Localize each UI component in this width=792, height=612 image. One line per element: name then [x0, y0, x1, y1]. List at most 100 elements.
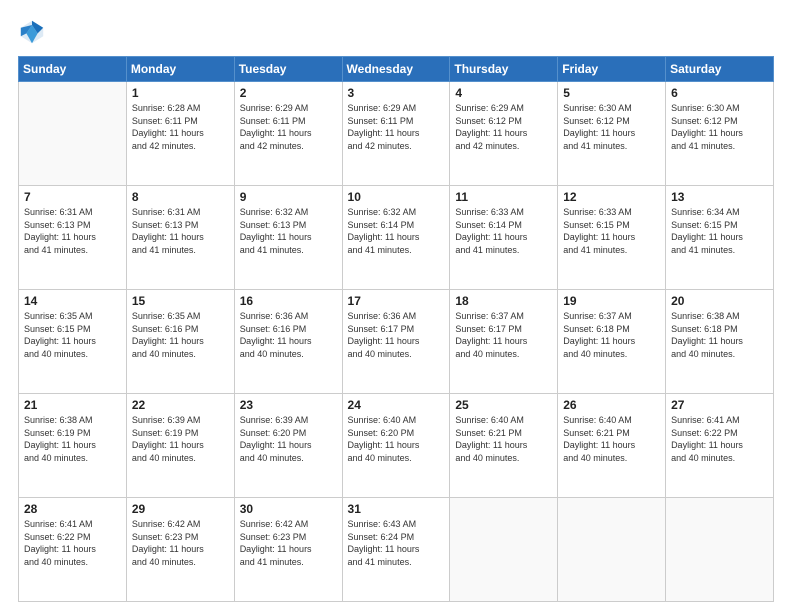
- calendar-cell: 1 Sunrise: 6:28 AM Sunset: 6:11 PM Daylig…: [126, 82, 234, 186]
- calendar-cell: 30Sunrise: 6:42 AM Sunset: 6:23 PM Dayli…: [234, 498, 342, 602]
- calendar-week-row: 28 Sunrise: 6:41 AM Sunset: 6:22 PM Dayli…: [19, 498, 774, 602]
- cell-info: Sunrise: 6:29 AM Sunset: 6:11 PM Dayligh…: [240, 102, 337, 152]
- calendar-cell: 10Sunrise: 6:32 AM Sunset: 6:14 PM Dayli…: [342, 186, 450, 290]
- cell-info: Sunrise: 6:43 AM Sunset: 6:24 PM Dayligh…: [348, 518, 445, 568]
- day-number: 22: [132, 398, 229, 412]
- cell-info: Sunrise: 6:38 AM Sunset: 6:18 PM Dayligh…: [671, 310, 768, 360]
- cell-info: Sunrise: 6:40 AM Sunset: 6:20 PM Dayligh…: [348, 414, 445, 464]
- day-number: 31: [348, 502, 445, 516]
- day-number: 11: [455, 190, 552, 204]
- calendar-cell: 8Sunrise: 6:31 AM Sunset: 6:13 PM Daylig…: [126, 186, 234, 290]
- day-number: 3: [348, 86, 445, 100]
- day-number: 2: [240, 86, 337, 100]
- calendar-cell: [558, 498, 666, 602]
- day-number: 15: [132, 294, 229, 308]
- cell-info: Sunrise: 6:36 AM Sunset: 6:16 PM Dayligh…: [240, 310, 337, 360]
- calendar-cell: 22 Sunrise: 6:39 AM Sunset: 6:19 PM Dayli…: [126, 394, 234, 498]
- weekday-header: Friday: [558, 57, 666, 82]
- calendar-cell: 9Sunrise: 6:32 AM Sunset: 6:13 PM Daylig…: [234, 186, 342, 290]
- calendar-cell: 23 Sunrise: 6:39 AM Sunset: 6:20 PM Dayli…: [234, 394, 342, 498]
- day-number: 25: [455, 398, 552, 412]
- cell-info: Sunrise: 6:30 AM Sunset: 6:12 PM Dayligh…: [671, 102, 768, 152]
- day-number: 17: [348, 294, 445, 308]
- calendar-cell: 20 Sunrise: 6:38 AM Sunset: 6:18 PM Dayli…: [666, 290, 774, 394]
- header: [18, 18, 774, 46]
- cell-info: Sunrise: 6:41 AM Sunset: 6:22 PM Dayligh…: [671, 414, 768, 464]
- calendar-cell: 13 Sunrise: 6:34 AM Sunset: 6:15 PM Dayli…: [666, 186, 774, 290]
- day-number: 20: [671, 294, 768, 308]
- calendar-cell: 2 Sunrise: 6:29 AM Sunset: 6:11 PM Daylig…: [234, 82, 342, 186]
- day-number: 16: [240, 294, 337, 308]
- calendar-week-row: 14 Sunrise: 6:35 AM Sunset: 6:15 PM Dayli…: [19, 290, 774, 394]
- day-number: 18: [455, 294, 552, 308]
- calendar-cell: 17 Sunrise: 6:36 AM Sunset: 6:17 PM Dayli…: [342, 290, 450, 394]
- cell-info: Sunrise: 6:40 AM Sunset: 6:21 PM Dayligh…: [563, 414, 660, 464]
- day-number: 26: [563, 398, 660, 412]
- calendar-week-row: 21 Sunrise: 6:38 AM Sunset: 6:19 PM Dayli…: [19, 394, 774, 498]
- calendar-cell: 11 Sunrise: 6:33 AM Sunset: 6:14 PM Dayli…: [450, 186, 558, 290]
- day-number: 29: [132, 502, 229, 516]
- calendar-cell: [666, 498, 774, 602]
- cell-info: Sunrise: 6:38 AM Sunset: 6:19 PM Dayligh…: [24, 414, 121, 464]
- cell-info: Sunrise: 6:28 AM Sunset: 6:11 PM Dayligh…: [132, 102, 229, 152]
- day-number: 6: [671, 86, 768, 100]
- day-number: 9: [240, 190, 337, 204]
- cell-info: Sunrise: 6:31 AM Sunset: 6:13 PM Dayligh…: [24, 206, 121, 256]
- day-number: 21: [24, 398, 121, 412]
- day-number: 1: [132, 86, 229, 100]
- calendar-cell: 16 Sunrise: 6:36 AM Sunset: 6:16 PM Dayli…: [234, 290, 342, 394]
- calendar-cell: 7 Sunrise: 6:31 AM Sunset: 6:13 PM Daylig…: [19, 186, 127, 290]
- day-number: 7: [24, 190, 121, 204]
- day-number: 10: [348, 190, 445, 204]
- cell-info: Sunrise: 6:39 AM Sunset: 6:19 PM Dayligh…: [132, 414, 229, 464]
- weekday-header-row: SundayMondayTuesdayWednesdayThursdayFrid…: [19, 57, 774, 82]
- cell-info: Sunrise: 6:42 AM Sunset: 6:23 PM Dayligh…: [240, 518, 337, 568]
- calendar-table: SundayMondayTuesdayWednesdayThursdayFrid…: [18, 56, 774, 602]
- calendar-cell: 3Sunrise: 6:29 AM Sunset: 6:11 PM Daylig…: [342, 82, 450, 186]
- weekday-header: Sunday: [19, 57, 127, 82]
- calendar-cell: 25 Sunrise: 6:40 AM Sunset: 6:21 PM Dayli…: [450, 394, 558, 498]
- day-number: 14: [24, 294, 121, 308]
- calendar-cell: 24 Sunrise: 6:40 AM Sunset: 6:20 PM Dayli…: [342, 394, 450, 498]
- calendar-cell: [450, 498, 558, 602]
- calendar-week-row: 1 Sunrise: 6:28 AM Sunset: 6:11 PM Daylig…: [19, 82, 774, 186]
- day-number: 13: [671, 190, 768, 204]
- calendar-cell: 14 Sunrise: 6:35 AM Sunset: 6:15 PM Dayli…: [19, 290, 127, 394]
- cell-info: Sunrise: 6:35 AM Sunset: 6:16 PM Dayligh…: [132, 310, 229, 360]
- day-number: 12: [563, 190, 660, 204]
- cell-info: Sunrise: 6:39 AM Sunset: 6:20 PM Dayligh…: [240, 414, 337, 464]
- day-number: 5: [563, 86, 660, 100]
- cell-info: Sunrise: 6:33 AM Sunset: 6:14 PM Dayligh…: [455, 206, 552, 256]
- day-number: 23: [240, 398, 337, 412]
- day-number: 28: [24, 502, 121, 516]
- weekday-header: Monday: [126, 57, 234, 82]
- calendar-cell: 6 Sunrise: 6:30 AM Sunset: 6:12 PM Daylig…: [666, 82, 774, 186]
- cell-info: Sunrise: 6:34 AM Sunset: 6:15 PM Dayligh…: [671, 206, 768, 256]
- cell-info: Sunrise: 6:41 AM Sunset: 6:22 PM Dayligh…: [24, 518, 121, 568]
- day-number: 19: [563, 294, 660, 308]
- calendar-cell: 5 Sunrise: 6:30 AM Sunset: 6:12 PM Daylig…: [558, 82, 666, 186]
- cell-info: Sunrise: 6:37 AM Sunset: 6:18 PM Dayligh…: [563, 310, 660, 360]
- logo: [18, 18, 52, 46]
- calendar-cell: 4Sunrise: 6:29 AM Sunset: 6:12 PM Daylig…: [450, 82, 558, 186]
- calendar-cell: 28 Sunrise: 6:41 AM Sunset: 6:22 PM Dayli…: [19, 498, 127, 602]
- calendar-cell: 15 Sunrise: 6:35 AM Sunset: 6:16 PM Dayli…: [126, 290, 234, 394]
- cell-info: Sunrise: 6:31 AM Sunset: 6:13 PM Dayligh…: [132, 206, 229, 256]
- cell-info: Sunrise: 6:30 AM Sunset: 6:12 PM Dayligh…: [563, 102, 660, 152]
- day-number: 24: [348, 398, 445, 412]
- day-number: 27: [671, 398, 768, 412]
- cell-info: Sunrise: 6:40 AM Sunset: 6:21 PM Dayligh…: [455, 414, 552, 464]
- logo-icon: [18, 18, 46, 46]
- calendar-cell: 31 Sunrise: 6:43 AM Sunset: 6:24 PM Dayli…: [342, 498, 450, 602]
- cell-info: Sunrise: 6:35 AM Sunset: 6:15 PM Dayligh…: [24, 310, 121, 360]
- calendar-cell: 12Sunrise: 6:33 AM Sunset: 6:15 PM Dayli…: [558, 186, 666, 290]
- weekday-header: Wednesday: [342, 57, 450, 82]
- cell-info: Sunrise: 6:37 AM Sunset: 6:17 PM Dayligh…: [455, 310, 552, 360]
- calendar-cell: 26 Sunrise: 6:40 AM Sunset: 6:21 PM Dayli…: [558, 394, 666, 498]
- cell-info: Sunrise: 6:36 AM Sunset: 6:17 PM Dayligh…: [348, 310, 445, 360]
- weekday-header: Thursday: [450, 57, 558, 82]
- day-number: 4: [455, 86, 552, 100]
- page: SundayMondayTuesdayWednesdayThursdayFrid…: [0, 0, 792, 612]
- weekday-header: Saturday: [666, 57, 774, 82]
- calendar-cell: 29Sunrise: 6:42 AM Sunset: 6:23 PM Dayli…: [126, 498, 234, 602]
